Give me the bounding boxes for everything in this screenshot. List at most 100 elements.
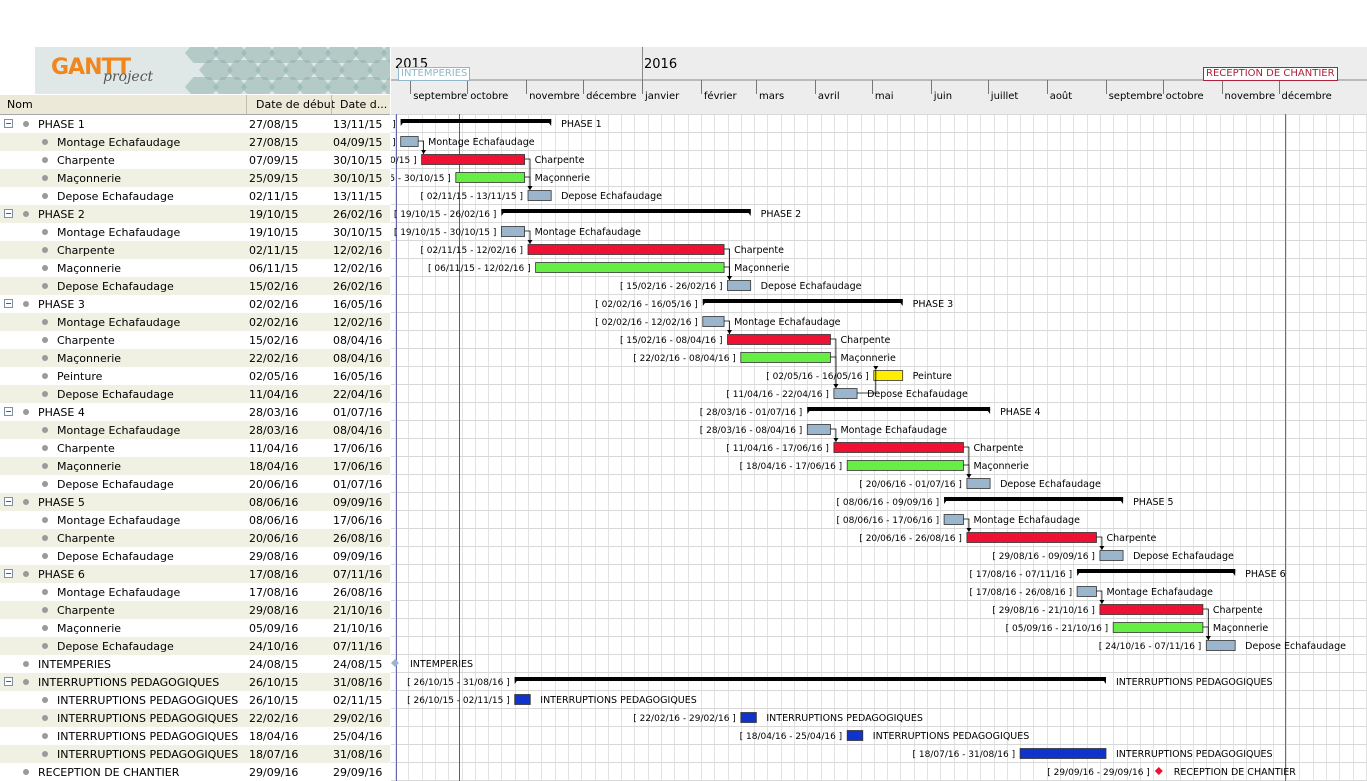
task-row[interactable]: Montage Echafaudage 08/06/16 17/06/16 <box>0 511 390 529</box>
task-bar[interactable] <box>943 514 964 525</box>
task-row[interactable]: Depose Echafaudage 11/04/16 22/04/16 <box>0 385 390 403</box>
task-start-date[interactable]: 05/09/16 <box>249 622 298 635</box>
column-header-name[interactable]: Nom <box>7 98 33 111</box>
task-bar[interactable] <box>846 460 964 471</box>
task-start-date[interactable]: 02/11/15 <box>249 190 298 203</box>
task-start-date[interactable]: 08/06/16 <box>249 496 298 509</box>
task-end-date[interactable]: 12/02/16 <box>333 244 382 257</box>
task-row[interactable]: − PHASE 1 27/08/15 13/11/15 <box>0 115 390 133</box>
task-name[interactable]: INTERRUPTIONS PEDAGOGIQUES <box>38 676 219 689</box>
task-name[interactable]: INTEMPERIES <box>38 658 111 671</box>
collapse-toggle-icon[interactable]: − <box>4 497 13 506</box>
task-end-date[interactable]: 09/09/16 <box>333 550 382 563</box>
task-end-date[interactable]: 13/11/15 <box>333 190 382 203</box>
milestone-diamond[interactable] <box>1154 767 1163 775</box>
task-bar[interactable] <box>501 226 525 237</box>
task-start-date[interactable]: 28/03/16 <box>249 424 298 437</box>
timeline-marker-label[interactable]: RECEPTION DE CHANTIER <box>1203 67 1338 81</box>
task-start-date[interactable]: 24/08/15 <box>249 658 298 671</box>
task-end-date[interactable]: 26/08/16 <box>333 586 382 599</box>
task-bar[interactable] <box>806 424 831 435</box>
task-end-date[interactable]: 01/07/16 <box>333 478 382 491</box>
task-end-date[interactable]: 26/02/16 <box>333 208 382 221</box>
task-end-date[interactable]: 25/04/16 <box>333 730 382 743</box>
task-name[interactable]: Charpente <box>57 334 115 347</box>
task-row[interactable]: Maçonnerie 18/04/16 17/06/16 <box>0 457 390 475</box>
task-end-date[interactable]: 31/08/16 <box>333 748 382 761</box>
task-end-date[interactable]: 13/11/15 <box>333 118 382 131</box>
task-name[interactable]: Maçonnerie <box>57 172 121 185</box>
gantt-chart[interactable]: [ 27/08/15 - 13/11/15 ] PHASE 1 [ 27/08/15… <box>391 114 1367 781</box>
task-bar[interactable] <box>833 388 858 399</box>
task-start-date[interactable]: 15/02/16 <box>249 334 298 347</box>
task-end-date[interactable]: 08/04/16 <box>333 424 382 437</box>
task-start-date[interactable]: 29/08/16 <box>249 550 298 563</box>
task-start-date[interactable]: 27/08/15 <box>249 118 298 131</box>
timeline-marker-label[interactable]: INTEMPERIES <box>398 67 471 81</box>
gantt-chart-area[interactable]: [ 27/08/15 - 13/11/15 ] PHASE 1 [ 27/08/15… <box>391 114 1367 781</box>
task-start-date[interactable]: 11/04/16 <box>249 442 298 455</box>
task-name[interactable]: Montage Echafaudage <box>57 586 180 599</box>
task-row[interactable]: Charpente 15/02/16 08/04/16 <box>0 331 390 349</box>
task-end-date[interactable]: 30/10/15 <box>333 154 382 167</box>
task-start-date[interactable]: 28/03/16 <box>249 406 298 419</box>
task-row[interactable]: INTERRUPTIONS PEDAGOGIQUES 18/07/16 31/08/… <box>0 745 390 763</box>
task-name[interactable]: Depose Echafaudage <box>57 640 174 653</box>
task-bar[interactable] <box>727 334 831 345</box>
task-row[interactable]: Montage Echafaudage 02/02/16 12/02/16 <box>0 313 390 331</box>
task-bar[interactable] <box>740 712 757 723</box>
task-end-date[interactable]: 08/04/16 <box>333 334 382 347</box>
task-end-date[interactable]: 26/08/16 <box>333 532 382 545</box>
task-start-date[interactable]: 29/08/16 <box>249 604 298 617</box>
task-end-date[interactable]: 29/09/16 <box>333 766 382 779</box>
task-name[interactable]: Depose Echafaudage <box>57 388 174 401</box>
task-start-date[interactable]: 19/10/15 <box>249 208 298 221</box>
task-start-date[interactable]: 02/11/15 <box>249 244 298 257</box>
task-row[interactable]: RECEPTION DE CHANTIER 29/09/16 29/09/16 <box>0 763 390 781</box>
task-start-date[interactable]: 06/11/15 <box>249 262 298 275</box>
task-start-date[interactable]: 07/09/15 <box>249 154 298 167</box>
collapse-toggle-icon[interactable]: − <box>4 119 13 128</box>
task-start-date[interactable]: 18/07/16 <box>249 748 298 761</box>
column-header-start[interactable]: Date de début <box>256 98 335 111</box>
task-name[interactable]: INTERRUPTIONS PEDAGOGIQUES <box>57 712 238 725</box>
task-name[interactable]: Charpente <box>57 244 115 257</box>
task-name[interactable]: Montage Echafaudage <box>57 226 180 239</box>
task-end-date[interactable]: 02/11/15 <box>333 694 382 707</box>
summary-bar[interactable] <box>514 677 1106 681</box>
task-start-date[interactable]: 20/06/16 <box>249 478 298 491</box>
task-end-date[interactable]: 30/10/15 <box>333 172 382 185</box>
task-name[interactable]: Montage Echafaudage <box>57 514 180 527</box>
task-row[interactable]: Montage Echafaudage 27/08/15 04/09/15 <box>0 133 390 151</box>
task-row[interactable]: Maçonnerie 22/02/16 08/04/16 <box>0 349 390 367</box>
task-start-date[interactable]: 22/02/16 <box>249 712 298 725</box>
task-name[interactable]: RECEPTION DE CHANTIER <box>38 766 179 779</box>
task-row[interactable]: Depose Echafaudage 24/10/16 07/11/16 <box>0 637 390 655</box>
task-end-date[interactable]: 07/11/16 <box>333 640 382 653</box>
task-bar[interactable] <box>966 478 991 489</box>
task-start-date[interactable]: 11/04/16 <box>249 388 298 401</box>
task-row[interactable]: Depose Echafaudage 20/06/16 01/07/16 <box>0 475 390 493</box>
task-name[interactable]: INTERRUPTIONS PEDAGOGIQUES <box>57 730 238 743</box>
task-bar[interactable] <box>833 442 964 453</box>
task-row[interactable]: Depose Echafaudage 02/11/15 13/11/15 <box>0 187 390 205</box>
task-end-date[interactable]: 24/08/15 <box>333 658 382 671</box>
task-row[interactable]: Charpente 02/11/15 12/02/16 <box>0 241 390 259</box>
task-end-date[interactable]: 17/06/16 <box>333 442 382 455</box>
task-name[interactable]: Depose Echafaudage <box>57 280 174 293</box>
collapse-toggle-icon[interactable]: − <box>4 569 13 578</box>
task-bar[interactable] <box>873 370 904 381</box>
task-bar[interactable] <box>966 532 1097 543</box>
task-row[interactable]: Montage Echafaudage 17/08/16 26/08/16 <box>0 583 390 601</box>
task-name[interactable]: Charpente <box>57 154 115 167</box>
task-start-date[interactable]: 18/04/16 <box>249 730 298 743</box>
task-row[interactable]: Charpente 29/08/16 21/10/16 <box>0 601 390 619</box>
task-name[interactable]: Charpente <box>57 442 115 455</box>
task-end-date[interactable]: 04/09/15 <box>333 136 382 149</box>
task-row[interactable]: INTERRUPTIONS PEDAGOGIQUES 26/10/15 02/11/… <box>0 691 390 709</box>
task-end-date[interactable]: 09/09/16 <box>333 496 382 509</box>
task-start-date[interactable]: 27/08/15 <box>249 136 298 149</box>
task-start-date[interactable]: 02/05/16 <box>249 370 298 383</box>
task-start-date[interactable]: 19/10/15 <box>249 226 298 239</box>
task-start-date[interactable]: 02/02/16 <box>249 298 298 311</box>
